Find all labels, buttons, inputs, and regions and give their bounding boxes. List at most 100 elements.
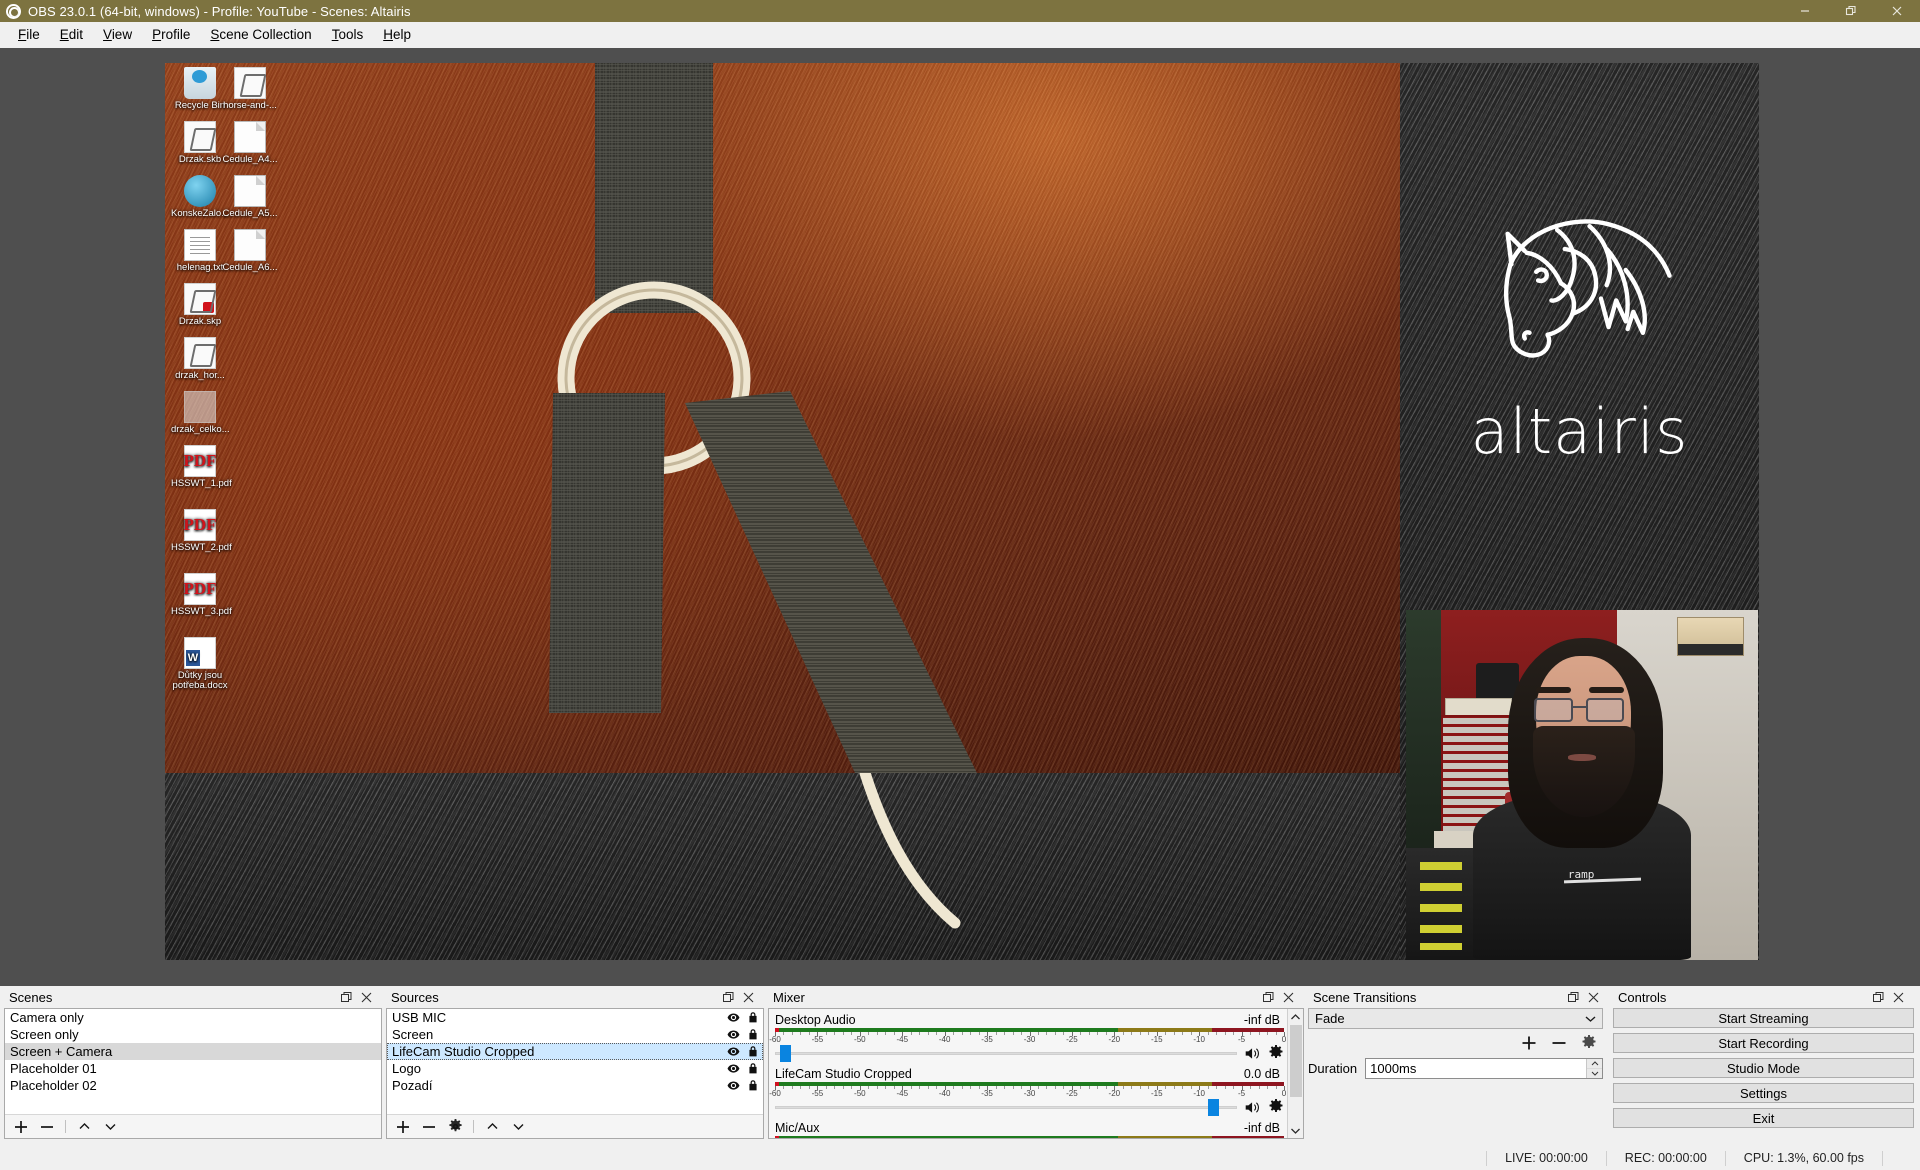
float-icon[interactable] [1263,991,1274,1003]
eye-visibility-icon[interactable] [727,1028,740,1041]
scenes-panel: Scenes Camera only Screen only Screen + … [0,986,382,1146]
preview-area[interactable]: altairis ramp Recycle Bin horse-and-... … [0,48,1920,1006]
duration-input[interactable]: 1000ms [1365,1058,1603,1079]
eye-visibility-icon[interactable] [727,1011,740,1024]
scene-item[interactable]: Screen only [5,1026,381,1043]
eye-visibility-icon[interactable] [727,1062,740,1075]
source-item[interactable]: Logo [387,1060,763,1077]
duration-increment-button[interactable] [1587,1059,1602,1069]
close-icon[interactable] [743,992,754,1003]
desktop-icon[interactable]: drzak_hor... [171,337,229,381]
eye-visibility-icon[interactable] [727,1079,740,1092]
desktop-icon[interactable]: drzak_celko... [171,391,230,435]
lock-icon[interactable] [747,1028,759,1041]
logo-wordmark: altairis [1470,395,1689,469]
close-icon[interactable] [361,992,372,1003]
mixer-panel-title: Mixer [768,986,1304,1008]
menu-profile[interactable]: Profile [142,23,200,46]
desktop-icon[interactable]: PDF HSSWT_1.pdf [171,445,232,489]
move-source-down-button[interactable] [510,1119,526,1135]
desktop-icon[interactable]: horse-and-... [221,67,279,111]
add-source-button[interactable] [395,1119,411,1135]
scrollbar-thumb[interactable] [1289,1025,1302,1097]
menu-scene-collection[interactable]: Scene Collection [200,23,321,46]
source-properties-gear-icon[interactable] [447,1119,463,1135]
move-scene-down-button[interactable] [102,1119,118,1135]
channel-settings-gear-icon[interactable] [1268,1099,1284,1115]
move-scene-up-button[interactable] [76,1119,92,1135]
menu-tools[interactable]: Tools [322,23,374,46]
desktop-icon[interactable]: Drzak.skp [171,283,229,327]
scene-item[interactable]: Placeholder 02 [5,1077,381,1094]
menu-help[interactable]: Help [373,23,421,46]
float-icon[interactable] [1568,991,1579,1003]
start-recording-button[interactable]: Start Recording [1613,1033,1914,1053]
close-icon[interactable] [1588,992,1599,1003]
studio-mode-button[interactable]: Studio Mode [1613,1058,1914,1078]
preview-canvas[interactable]: altairis ramp Recycle Bin horse-and-... … [165,63,1759,960]
mixer-channel-db: -inf dB [1243,1121,1280,1135]
menu-file[interactable]: File [8,23,50,46]
volume-slider[interactable] [775,1098,1237,1116]
lock-icon[interactable] [747,1045,759,1058]
desktop-icon[interactable]: PDF HSSWT_3.pdf [171,573,232,617]
start-streaming-button[interactable]: Start Streaming [1613,1008,1914,1028]
scenes-toolbar [5,1114,381,1138]
mixer-scrollbar[interactable] [1287,1009,1303,1138]
remove-source-button[interactable] [421,1119,437,1135]
transition-properties-gear-icon[interactable] [1581,1035,1597,1051]
move-source-up-button[interactable] [484,1119,500,1135]
source-item[interactable]: Pozadí [387,1077,763,1094]
menu-view[interactable]: View [93,23,142,46]
desktop-icon[interactable]: Cedule_A6... [221,229,279,273]
desktop-icon[interactable]: Cedule_A5... [221,175,279,219]
channel-settings-gear-icon[interactable] [1268,1045,1284,1061]
close-button[interactable] [1874,0,1920,22]
float-icon[interactable] [1873,991,1884,1003]
scene-item[interactable]: Camera only [5,1009,381,1026]
add-transition-button[interactable] [1521,1035,1537,1051]
sources-toolbar [387,1114,763,1138]
scroll-down-arrow-icon[interactable] [1288,1122,1303,1138]
scene-item-selected[interactable]: Screen + Camera [5,1043,381,1060]
desktop-icon[interactable]: PDF HSSWT_2.pdf [171,509,232,553]
source-item-label: LifeCam Studio Cropped [392,1044,535,1059]
minimize-button[interactable] [1782,0,1828,22]
remove-transition-button[interactable] [1551,1035,1567,1051]
float-icon[interactable] [341,991,352,1003]
sources-panel: Sources USB MIC Screen LifeCam Studio Crop… [382,986,764,1146]
restore-button[interactable] [1828,0,1874,22]
desktop-icon[interactable]: Cedule_A4... [221,121,279,165]
menu-edit[interactable]: Edit [50,23,93,46]
add-scene-button[interactable] [13,1119,29,1135]
source-item-selected[interactable]: LifeCam Studio Cropped [387,1043,763,1060]
desktop-icon[interactable]: Důtky jsou potřeba.docx [171,637,229,691]
halter-strap-graphic [549,63,977,773]
volume-slider[interactable] [775,1044,1237,1062]
meter-scale: -60 -55 -50 -45 -40 -35 -30 -25 -20 -15 -10 -5 0 [769,1086,1286,1098]
exit-button[interactable]: Exit [1613,1108,1914,1128]
mute-speaker-icon[interactable] [1244,1046,1261,1061]
status-bar: LIVE: 00:00:00 REC: 00:00:00 CPU: 1.3%, … [0,1146,1920,1170]
duration-decrement-button[interactable] [1587,1069,1602,1078]
remove-scene-button[interactable] [39,1119,55,1135]
scene-item[interactable]: Placeholder 01 [5,1060,381,1077]
transition-select[interactable]: Fade [1308,1008,1603,1029]
mute-speaker-icon[interactable] [1244,1100,1261,1115]
lock-icon[interactable] [747,1062,759,1075]
scroll-up-arrow-icon[interactable] [1288,1009,1303,1025]
float-icon[interactable] [723,991,734,1003]
close-icon[interactable] [1893,992,1904,1003]
source-item[interactable]: Screen [387,1026,763,1043]
source-item[interactable]: USB MIC [387,1009,763,1026]
lock-icon[interactable] [747,1079,759,1092]
sources-list[interactable]: USB MIC Screen LifeCam Studio Cropped Logo P… [386,1008,764,1139]
settings-button[interactable]: Settings [1613,1083,1914,1103]
close-icon[interactable] [1283,992,1294,1003]
scenes-list[interactable]: Camera only Screen only Screen + Camera … [4,1008,382,1139]
obs-logo-icon [6,3,21,19]
lock-icon[interactable] [747,1011,759,1024]
eye-visibility-icon[interactable] [727,1045,740,1058]
source-screen-render [165,63,1400,773]
controls-panel: Controls Start Streaming Start Recording… [1609,986,1920,1146]
